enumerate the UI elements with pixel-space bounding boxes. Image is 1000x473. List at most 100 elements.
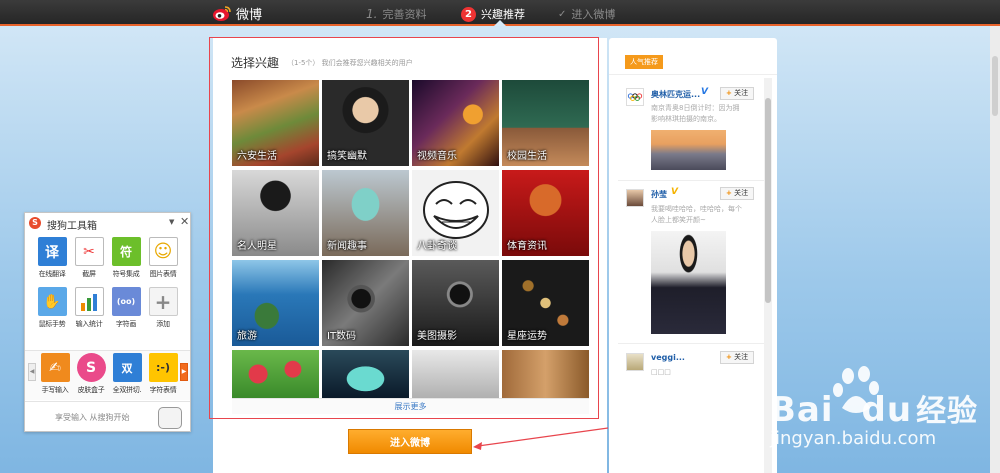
interest-tile-label: 校园生活 bbox=[507, 151, 547, 162]
brand-part: du bbox=[861, 390, 913, 430]
interest-tile[interactable]: 新闻趣事 bbox=[322, 170, 409, 256]
interest-tile[interactable]: 八卦奇谈 bbox=[412, 170, 499, 256]
follow-label: 关注 bbox=[734, 189, 749, 197]
toolbox-slogan: 享受输入 从搜狗开始 bbox=[55, 413, 130, 422]
logo-text: 微博 bbox=[236, 8, 263, 23]
dropdown-icon[interactable]: ▼ bbox=[169, 218, 174, 226]
toolbox-item-pinyin-switch[interactable]: 双 全双拼切. bbox=[107, 353, 147, 395]
panel-title: 选择兴趣 bbox=[231, 56, 280, 70]
watermark-brand: Bai du 经验 bbox=[770, 386, 978, 430]
toolbox-item-char-emoticon[interactable]: :-) 字符表情 bbox=[143, 353, 183, 395]
step-complete-profile: 1. 完善资料 bbox=[366, 6, 426, 22]
interest-tile-label: 体育资讯 bbox=[507, 241, 547, 252]
weibo-logo-icon bbox=[213, 6, 231, 21]
interest-tile[interactable]: 星座运势 bbox=[502, 260, 589, 346]
interest-tile[interactable] bbox=[232, 350, 319, 398]
follow-label: 关注 bbox=[734, 89, 749, 97]
translate-icon: 译 bbox=[37, 237, 67, 266]
desc-line: 我要喝哇哈哈，哇哈哈，每个 bbox=[651, 205, 742, 213]
toolbox-item-label: 字符画 bbox=[115, 320, 137, 328]
close-icon[interactable]: ✕ bbox=[180, 215, 189, 228]
add-icon: + bbox=[148, 287, 178, 316]
avatar[interactable] bbox=[626, 88, 644, 106]
toolbox-item-label: 全双拼切. bbox=[112, 386, 142, 394]
step-label: 完善资料 bbox=[382, 8, 427, 21]
toolbox-item-label: 鼠标手势 bbox=[38, 320, 66, 328]
interest-tile[interactable] bbox=[322, 350, 409, 398]
step-enter-weibo: ✓ 进入微博 bbox=[558, 6, 615, 22]
ascii-art-icon: (oo) bbox=[111, 287, 141, 316]
sogou-toolbox: S 搜狗工具箱 ▼ ✕ 译 在线翻译 ✂ 截屏 符 符号集成 ☺ 图片表情 ✋ … bbox=[24, 212, 191, 432]
follow-button[interactable]: + 关注 bbox=[720, 351, 755, 364]
interest-tile[interactable]: IT数码 bbox=[322, 260, 409, 346]
window-scrollbar[interactable] bbox=[990, 26, 1000, 473]
user-name[interactable]: 奥林匹克运... bbox=[651, 89, 700, 100]
follow-button[interactable]: + 关注 bbox=[720, 87, 755, 100]
toolbox-item-label: 字符表情 bbox=[149, 386, 177, 394]
avatar[interactable] bbox=[626, 353, 644, 371]
toolbox-item-mouse-gesture[interactable]: ✋ 鼠标手势 bbox=[32, 287, 72, 329]
sogou-logo-icon: S bbox=[29, 217, 41, 229]
mouse-gesture-icon: ✋ bbox=[37, 287, 67, 316]
toolbox-item-translate[interactable]: 译 在线翻译 bbox=[32, 237, 72, 279]
toolbox-item-input-stats[interactable]: 输入统计 bbox=[69, 287, 109, 329]
handwriting-icon: ✍ bbox=[40, 353, 70, 382]
sidebar-divider bbox=[609, 74, 777, 75]
interest-tile[interactable]: 视频音乐 bbox=[412, 80, 499, 166]
user-name[interactable]: veggi... bbox=[651, 353, 685, 362]
card-divider bbox=[618, 180, 764, 181]
post-image[interactable] bbox=[651, 130, 726, 170]
brand-part: Bai bbox=[770, 390, 834, 430]
follow-button[interactable]: + 关注 bbox=[720, 187, 755, 200]
interest-tile-label: 名人明星 bbox=[237, 241, 277, 252]
card-divider bbox=[618, 343, 764, 344]
interest-tile-label: 美图摄影 bbox=[417, 331, 457, 342]
watermark-url: jingyan.baidu.com bbox=[770, 428, 937, 449]
toolbox-item-handwriting[interactable]: ✍ 手写输入 bbox=[35, 353, 75, 395]
toolbox-item-label: 截屏 bbox=[82, 270, 96, 278]
follow-label: 关注 bbox=[734, 353, 749, 361]
interest-tile[interactable]: 搞笑幽默 bbox=[322, 80, 409, 166]
interest-tile[interactable] bbox=[502, 350, 589, 398]
interest-tile[interactable]: 名人明星 bbox=[232, 170, 319, 256]
top-nav-bar: 微博 1. 完善资料 2 兴趣推荐 ✓ 进入微博 bbox=[0, 0, 1000, 26]
step-number: 2 bbox=[461, 6, 476, 22]
toolbox-item-screenshot[interactable]: ✂ 截屏 bbox=[69, 237, 109, 279]
show-more-bar[interactable]: 展示更多 bbox=[232, 398, 589, 414]
toolbox-item-emoji-image[interactable]: ☺ 图片表情 bbox=[143, 237, 183, 279]
sidebar-scroll-thumb[interactable] bbox=[765, 98, 771, 303]
window-scroll-thumb[interactable] bbox=[992, 56, 998, 116]
toolbox-item-label: 图片表情 bbox=[149, 270, 177, 278]
step-label: 进入微博 bbox=[571, 8, 616, 21]
brand-cn: 经验 bbox=[916, 394, 979, 429]
toolbox-footer: 享受输入 从搜狗开始 bbox=[25, 401, 190, 432]
user-desc: □□□ bbox=[651, 368, 671, 376]
user-name[interactable]: 孙莹 bbox=[651, 189, 667, 200]
weibo-logo[interactable]: 微博 bbox=[212, 4, 262, 23]
toolbox-header[interactable]: S 搜狗工具箱 ▼ ✕ bbox=[25, 213, 190, 233]
sogou-mascot-icon bbox=[158, 407, 182, 429]
toolbox-item-ascii-art[interactable]: (oo) 字符画 bbox=[106, 287, 146, 329]
show-more-link[interactable]: 展示更多 bbox=[395, 402, 427, 411]
toolbox-item-skin-box[interactable]: S 皮肤盒子 bbox=[71, 353, 111, 395]
toolbox-item-label: 皮肤盒子 bbox=[77, 386, 105, 394]
interest-tile-label: 新闻趣事 bbox=[327, 241, 367, 252]
olympic-rings-icon bbox=[627, 93, 643, 101]
interest-tile[interactable]: 美图摄影 bbox=[412, 260, 499, 346]
interest-tile[interactable]: 体育资讯 bbox=[502, 170, 589, 256]
interest-tile[interactable] bbox=[412, 350, 499, 398]
interest-tile[interactable]: 校园生活 bbox=[502, 80, 589, 166]
toolbox-item-label: 在线翻译 bbox=[38, 270, 66, 278]
smiley-icon: ☺ bbox=[148, 237, 178, 266]
interest-tile-label: 六安生活 bbox=[237, 151, 277, 162]
verified-badge-icon: V bbox=[701, 87, 708, 97]
interest-tile[interactable]: 旅游 bbox=[232, 260, 319, 346]
interest-tile-label: 视频音乐 bbox=[417, 151, 457, 162]
interest-tile[interactable]: 六安生活 bbox=[232, 80, 319, 166]
toolbox-item-symbols[interactable]: 符 符号集成 bbox=[106, 237, 146, 279]
interest-grid: 六安生活 搞笑幽默 视频音乐 校园生活 名人明星 新闻趣事 八卦奇谈 体育资讯 … bbox=[232, 80, 589, 398]
enter-weibo-button[interactable]: 进入微博 bbox=[348, 429, 472, 454]
toolbox-item-add[interactable]: + 添加 bbox=[143, 287, 183, 329]
avatar[interactable] bbox=[626, 189, 644, 207]
post-image[interactable] bbox=[651, 231, 726, 334]
